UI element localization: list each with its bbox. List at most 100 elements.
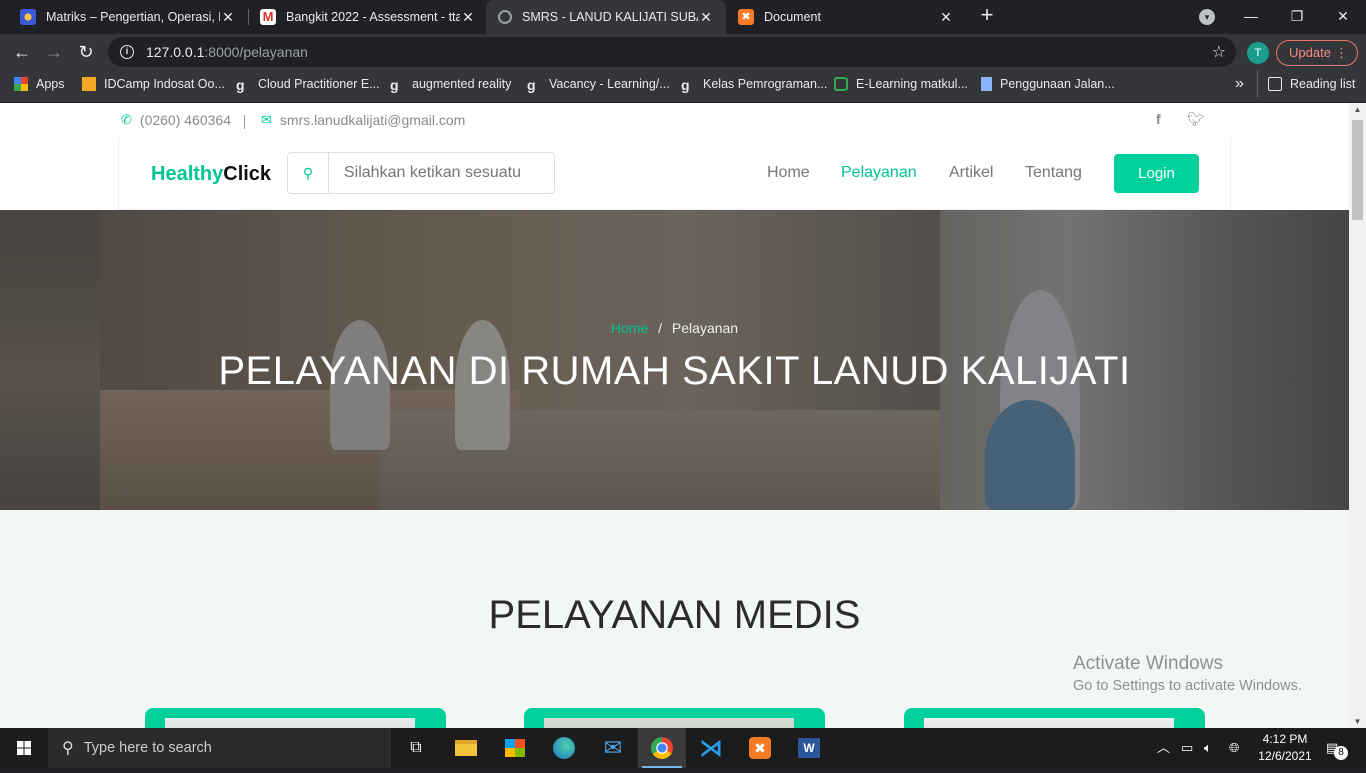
g-icon: g <box>390 77 399 93</box>
close-tab-icon[interactable]: ✕ <box>698 9 714 26</box>
tab-title: Bangkit 2022 - Assessment - ttan <box>286 10 460 24</box>
bookmark-elearning[interactable]: E-Learning matkul... <box>834 70 968 98</box>
chrome-icon[interactable] <box>638 728 686 768</box>
tab-bangkit[interactable]: M Bangkit 2022 - Assessment - ttan ✕ <box>248 0 488 34</box>
close-window-icon[interactable]: ✕ <box>1320 0 1366 32</box>
clock-date: 12/6/2021 <box>1258 749 1312 763</box>
windows-taskbar: ⚲ Type here to search ⧉ ✉ ⋊ ✖ W ︿ ▭ 🔈︎ 🌐… <box>0 728 1366 768</box>
close-tab-icon[interactable]: ✕ <box>460 9 476 26</box>
bookmark-label: Kelas Pemrograman... <box>703 77 828 91</box>
g-icon: g <box>681 77 690 93</box>
bookmark-kelas[interactable]: g Kelas Pemrograman... <box>681 70 827 98</box>
service-card[interactable] <box>524 708 825 728</box>
restore-icon[interactable]: ❐ <box>1274 0 1320 32</box>
scroll-up-icon[interactable]: ▲ <box>1349 105 1366 114</box>
tray-overflow-icon[interactable]: ︿ <box>1157 728 1170 768</box>
window-controls: — ❐ ✕ <box>1228 0 1366 32</box>
activate-windows-watermark: Activate Windows Go to Settings to activ… <box>1073 653 1302 694</box>
system-clock[interactable]: 4:12 PM 12/6/2021 <box>1254 731 1316 765</box>
bookmark-cloud[interactable]: g Cloud Practitioner E... <box>236 70 380 98</box>
document-icon <box>981 77 992 91</box>
bookmark-star-icon[interactable]: ☆ <box>1212 42 1226 62</box>
bookmark-apps[interactable]: Apps <box>14 70 65 98</box>
search-box: ⚲ <box>287 152 555 194</box>
bookmark-label: Cloud Practitioner E... <box>258 77 380 91</box>
g-icon: g <box>527 77 536 93</box>
store-icon[interactable] <box>491 728 539 768</box>
tab-title: SMRS - LANUD KALIJATI SUBANG <box>522 10 698 24</box>
network-globe-icon[interactable]: 🌐︎ <box>1229 728 1239 768</box>
reading-list[interactable]: Reading list <box>1257 70 1355 98</box>
bookmark-label: E-Learning matkul... <box>856 77 968 91</box>
taskbar-search[interactable]: ⚲ Type here to search <box>48 728 391 768</box>
scroll-thumb[interactable] <box>1352 120 1363 220</box>
reload-icon[interactable]: ↻ <box>74 40 98 64</box>
bookmark-label: IDCamp Indosat Oo... <box>104 77 225 91</box>
tab-smrs[interactable]: SMRS - LANUD KALIJATI SUBANG ✕ <box>486 0 726 34</box>
bookmark-idcamp[interactable]: IDCamp Indosat Oo... <box>82 70 225 98</box>
twitter-icon[interactable]: 🐦︎ <box>1187 111 1205 128</box>
facebook-icon[interactable]: f <box>1156 111 1161 127</box>
nav-pelayanan[interactable]: Pelayanan <box>841 164 917 182</box>
search-icon: ⚲ <box>62 740 74 757</box>
forward-icon[interactable]: → <box>42 40 66 64</box>
bookmark-ar[interactable]: g augmented reality <box>390 70 511 98</box>
word-icon[interactable]: W <box>785 728 833 768</box>
apps-grid-icon <box>14 77 28 91</box>
back-icon[interactable]: ← <box>10 40 34 64</box>
bookmarks-bar: Apps IDCamp Indosat Oo... g Cloud Practi… <box>0 70 1366 103</box>
bookmark-label: Apps <box>36 77 65 91</box>
file-explorer-icon[interactable] <box>442 728 490 768</box>
task-view-icon[interactable]: ⧉ <box>392 728 440 768</box>
update-button[interactable]: Update ⋮ <box>1276 40 1358 66</box>
notification-count-badge: 8 <box>1334 746 1348 760</box>
bookmark-label: augmented reality <box>412 77 512 91</box>
g-icon: g <box>236 77 245 93</box>
tab-document[interactable]: ✖ Document ✕ <box>726 0 966 34</box>
breadcrumb-separator: / <box>658 320 663 336</box>
battery-icon[interactable]: ▭ <box>1181 728 1193 768</box>
phone-number: (0260) 460364 <box>139 112 231 128</box>
browser-toolbar: ← → ↻ i 127.0.0.1:8000/pelayanan ☆ <box>0 34 1366 70</box>
bookmark-penggunaan[interactable]: Penggunaan Jalan... <box>981 70 1115 98</box>
nav-artikel[interactable]: Artikel <box>949 164 993 182</box>
bookmarks-overflow[interactable]: » <box>1235 70 1244 98</box>
tab-matriks[interactable]: Matriks – Pengertian, Operasi, De ✕ <box>8 0 248 34</box>
nav-tentang[interactable]: Tentang <box>1025 164 1082 182</box>
service-card-image <box>165 718 415 728</box>
breadcrumb-home[interactable]: Home <box>611 320 648 336</box>
close-tab-icon[interactable]: ✕ <box>220 9 236 26</box>
service-card[interactable] <box>904 708 1205 728</box>
brand-logo[interactable]: HealthyClick <box>151 163 271 186</box>
phone-icon: ✆ <box>121 112 132 127</box>
section-title: PELAYANAN MEDIS <box>488 593 861 637</box>
mail-icon[interactable]: ✉ <box>589 728 637 768</box>
tab-title: Matriks – Pengertian, Operasi, De <box>46 10 220 24</box>
main-navbar: HealthyClick ⚲ Home Pelayanan Artikel Te… <box>118 137 1231 210</box>
clock-time: 4:12 PM <box>1262 732 1308 746</box>
page-scrollbar[interactable]: ▲ ▼ <box>1349 103 1366 728</box>
brand-part2: Click <box>223 163 272 185</box>
bookmark-vacancy[interactable]: g Vacancy - Learning/... <box>527 70 670 98</box>
scroll-down-icon[interactable]: ▼ <box>1349 717 1366 726</box>
service-card[interactable] <box>145 708 446 728</box>
elearning-icon <box>834 77 848 91</box>
edge-icon[interactable] <box>540 728 588 768</box>
profile-avatar[interactable]: T <box>1247 42 1269 64</box>
login-button[interactable]: Login <box>1114 154 1199 193</box>
tab-search-icon[interactable]: ▾ <box>1199 9 1215 25</box>
notification-center-icon[interactable]: ▤ 8 <box>1326 728 1348 768</box>
close-tab-icon[interactable]: ✕ <box>938 9 954 26</box>
new-tab-icon[interactable]: + <box>976 4 998 26</box>
nav-home[interactable]: Home <box>767 164 810 182</box>
volume-icon[interactable]: 🔈︎ <box>1204 728 1212 768</box>
address-bar[interactable]: i 127.0.0.1:8000/pelayanan ☆ <box>108 37 1236 67</box>
minimize-icon[interactable]: — <box>1228 0 1274 32</box>
xampp-icon[interactable]: ✖ <box>736 728 784 768</box>
site-info-icon[interactable]: i <box>120 45 134 59</box>
vscode-icon[interactable]: ⋊ <box>687 728 735 768</box>
search-icon[interactable]: ⚲ <box>288 153 329 193</box>
search-input[interactable] <box>329 153 554 193</box>
reading-list-label: Reading list <box>1290 77 1356 91</box>
windows-start-icon[interactable] <box>0 728 48 768</box>
